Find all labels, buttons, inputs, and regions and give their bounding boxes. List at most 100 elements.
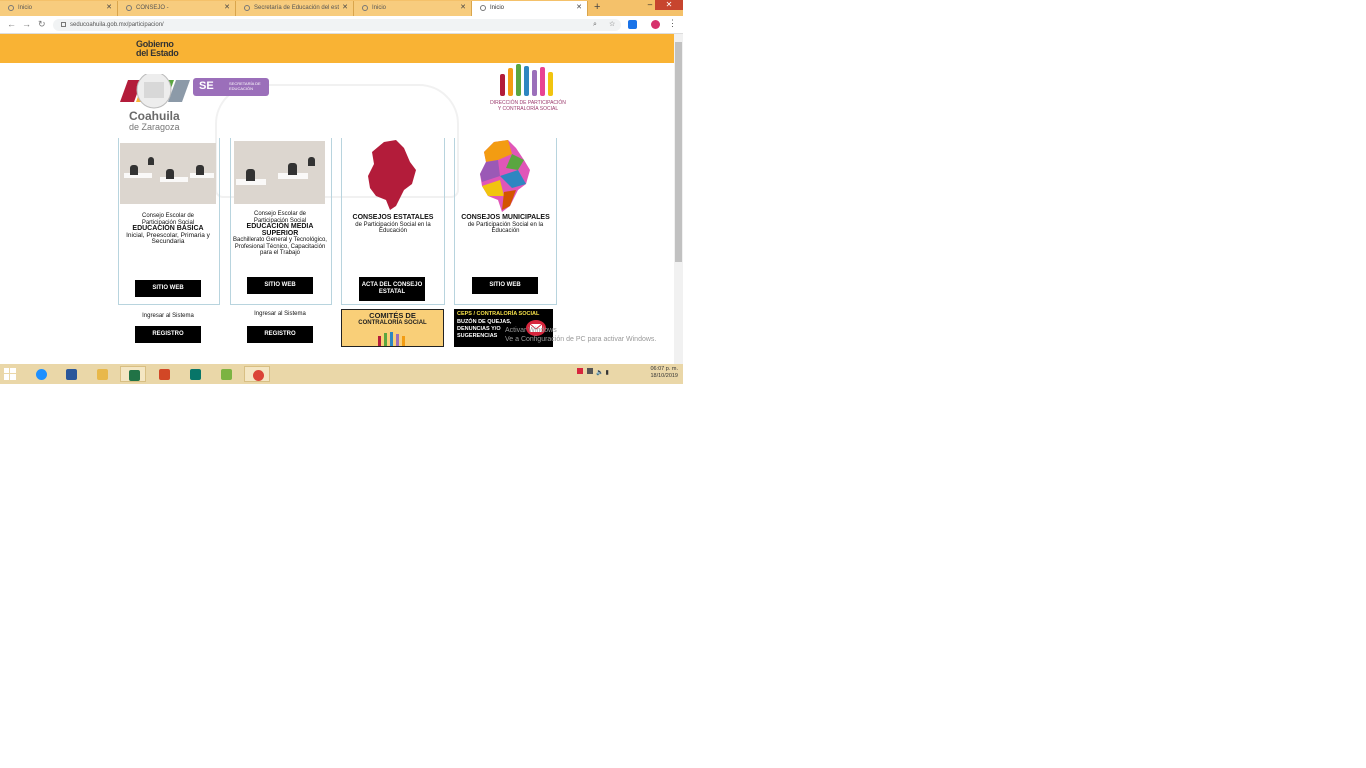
reload-icon[interactable]: ↻: [38, 19, 46, 30]
sitio-web-media-button[interactable]: SITIO WEB: [247, 277, 313, 294]
comites-sub: CONTRALORÍA SOCIAL: [358, 320, 427, 326]
network-icon[interactable]: ▮: [606, 370, 609, 376]
profile-avatar[interactable]: [651, 20, 660, 29]
bookmark-star-icon[interactable]: ☆: [609, 19, 615, 31]
registro-basica-button[interactable]: REGISTRO: [135, 326, 201, 343]
globe-icon: [8, 5, 14, 11]
comites-title: COMITÉS DE: [369, 311, 416, 320]
notepad-icon: [221, 369, 232, 380]
tab-inicio-1[interactable]: Inicio ✕: [0, 1, 118, 16]
se-badge: SE SECRETARÍA DE EDUCACIÓN: [193, 78, 269, 96]
taskbar-powerpoint[interactable]: [151, 366, 177, 382]
windows-start-icon[interactable]: [4, 368, 16, 380]
globe-icon: [480, 5, 486, 11]
tray-flag-icon[interactable]: [586, 368, 593, 374]
scroll-thumb[interactable]: [675, 42, 682, 262]
clock-date: 18/10/2019: [650, 373, 678, 379]
card-media-sub: Bachillerato General y Tecnológico, Prof…: [233, 237, 327, 256]
tab-inicio-2[interactable]: Inicio ✕: [354, 1, 472, 16]
card-basica-text: Consejo Escolar de Participación Social …: [118, 213, 218, 246]
page-scrollbar[interactable]: [674, 34, 683, 364]
coahuila-wordmark: Coahuila: [129, 109, 180, 123]
menu-dots-icon[interactable]: ⋮: [668, 18, 677, 29]
buzon-header: CEPS / CONTRALORÍA SOCIAL: [457, 311, 540, 317]
forward-arrow-icon[interactable]: →: [22, 19, 31, 30]
tab-secretaria[interactable]: Secretaría de Educación del est ✕: [236, 1, 354, 16]
internet-explorer-icon: [36, 369, 47, 380]
site-favicon-icon: [126, 5, 132, 11]
windows-taskbar: 🔈 ▮ 06:07 p. m. 18/10/2019: [0, 364, 683, 384]
address-bar[interactable]: seducoahuila.gob.mx/participacion/ ⌕ ☆: [53, 19, 621, 31]
word-icon: [66, 369, 77, 380]
ingresar-sistema-basica: Ingresar al Sistema: [142, 313, 194, 319]
tab-label: CONSEJO -: [136, 5, 169, 11]
card-media-text: Consejo Escolar de Participación Social …: [230, 211, 330, 257]
taskbar-excel[interactable]: [120, 366, 146, 382]
clock-time: 06:07 p. m.: [650, 366, 678, 372]
close-window-button[interactable]: ✕: [655, 0, 683, 10]
gobierno-line2: del Estado: [136, 48, 179, 58]
hands-icon: [378, 332, 405, 346]
card-municipales-sub: de Participación Social en la Educación: [467, 221, 544, 235]
publisher-icon: [190, 369, 201, 380]
taskbar-word[interactable]: [58, 366, 84, 382]
activate-windows-watermark: Activar Windows Ve a Configuración de PC…: [505, 326, 656, 344]
web-page: Gobierno del Estado Coahuila de Zaragoza…: [0, 34, 674, 364]
zaragoza-wordmark: de Zaragoza: [129, 122, 180, 132]
globe-icon: [362, 5, 368, 11]
taskbar-file-explorer[interactable]: [89, 366, 115, 382]
card-municipales-text: CONSEJOS MUNICIPALES de Participación So…: [456, 214, 555, 235]
tab-label: Inicio: [18, 5, 33, 11]
activate-line2: Ve a Configuración de PC para activar Wi…: [505, 336, 657, 343]
info-icon[interactable]: [61, 22, 66, 27]
sitio-web-basica-button[interactable]: SITIO WEB: [135, 280, 201, 297]
chrome-icon: [253, 370, 264, 381]
tab-label: Inicio: [490, 5, 505, 11]
direccion-line2: Y CONTRALORÍA SOCIAL: [497, 106, 559, 112]
acta-consejo-estatal-button[interactable]: ACTA DEL CONSEJO ESTATAL: [359, 277, 425, 301]
folder-icon: [97, 369, 108, 380]
close-tab-icon[interactable]: ✕: [224, 1, 230, 15]
tab-label: Inicio: [372, 5, 387, 11]
comites-contraloria-button[interactable]: COMITÉS DE CONTRALORÍA SOCIAL: [341, 309, 444, 347]
taskbar-publisher[interactable]: [182, 366, 208, 382]
tab-strip: Inicio ✕ CONSEJO - ✕ Secretaría de Educa…: [0, 0, 683, 16]
system-tray[interactable]: 🔈 ▮: [577, 368, 609, 376]
coahuila-state-map-red: [368, 140, 416, 210]
taskbar-chrome[interactable]: [244, 366, 270, 382]
zoom-icon[interactable]: ⌕: [593, 19, 597, 31]
tab-label: Secretaría de Educación del est: [254, 5, 340, 11]
se-badge-text: SE: [199, 80, 214, 92]
card-municipales-title: CONSEJOS MUNICIPALES: [461, 214, 550, 221]
globe-icon: [244, 5, 250, 11]
taskbar-notepad[interactable]: [213, 366, 239, 382]
excel-icon: [129, 370, 140, 381]
extension-icon[interactable]: [628, 20, 637, 29]
card-estatales-sub: de Participación Social en la Educación: [355, 221, 431, 235]
tab-inicio-active[interactable]: Inicio ✕: [472, 1, 588, 16]
registro-media-button[interactable]: REGISTRO: [247, 326, 313, 343]
close-tab-icon[interactable]: ✕: [576, 1, 582, 15]
taskbar-internet-explorer[interactable]: [28, 366, 54, 382]
ingresar-sistema-media: Ingresar al Sistema: [254, 311, 306, 317]
tray-app-icon[interactable]: [577, 368, 583, 374]
sitio-web-municipales-button[interactable]: SITIO WEB: [472, 277, 538, 294]
close-tab-icon[interactable]: ✕: [460, 1, 466, 15]
close-tab-icon[interactable]: ✕: [106, 1, 112, 15]
system-clock[interactable]: 06:07 p. m. 18/10/2019: [638, 366, 678, 380]
card-estatales-title: CONSEJOS ESTATALES: [352, 214, 434, 221]
activate-line1: Activar Windows: [505, 327, 557, 334]
back-arrow-icon[interactable]: ←: [7, 19, 16, 30]
gobierno-logo: Gobierno del Estado: [136, 40, 179, 58]
volume-icon[interactable]: 🔈: [596, 370, 603, 376]
direccion-text: DIRECCIÓN DE PARTICIPACIÓN Y CONTRALORÍA…: [478, 100, 578, 112]
url-text: seducoahuila.gob.mx/participacion/: [70, 22, 164, 28]
new-tab-button[interactable]: +: [594, 1, 600, 14]
card-media-title: EDUCACIÓN MEDIA SUPERIOR: [246, 223, 314, 237]
classroom-photo-basica: [120, 143, 216, 204]
coahuila-municipalities-map: [480, 140, 530, 212]
card-basica-sub: Inicial, Preescolar, Primaria y Secundar…: [126, 231, 210, 245]
se-badge-subtitle: SECRETARÍA DE EDUCACIÓN: [229, 81, 261, 91]
close-tab-icon[interactable]: ✕: [342, 1, 348, 15]
tab-consejo[interactable]: CONSEJO - ✕: [118, 1, 236, 16]
